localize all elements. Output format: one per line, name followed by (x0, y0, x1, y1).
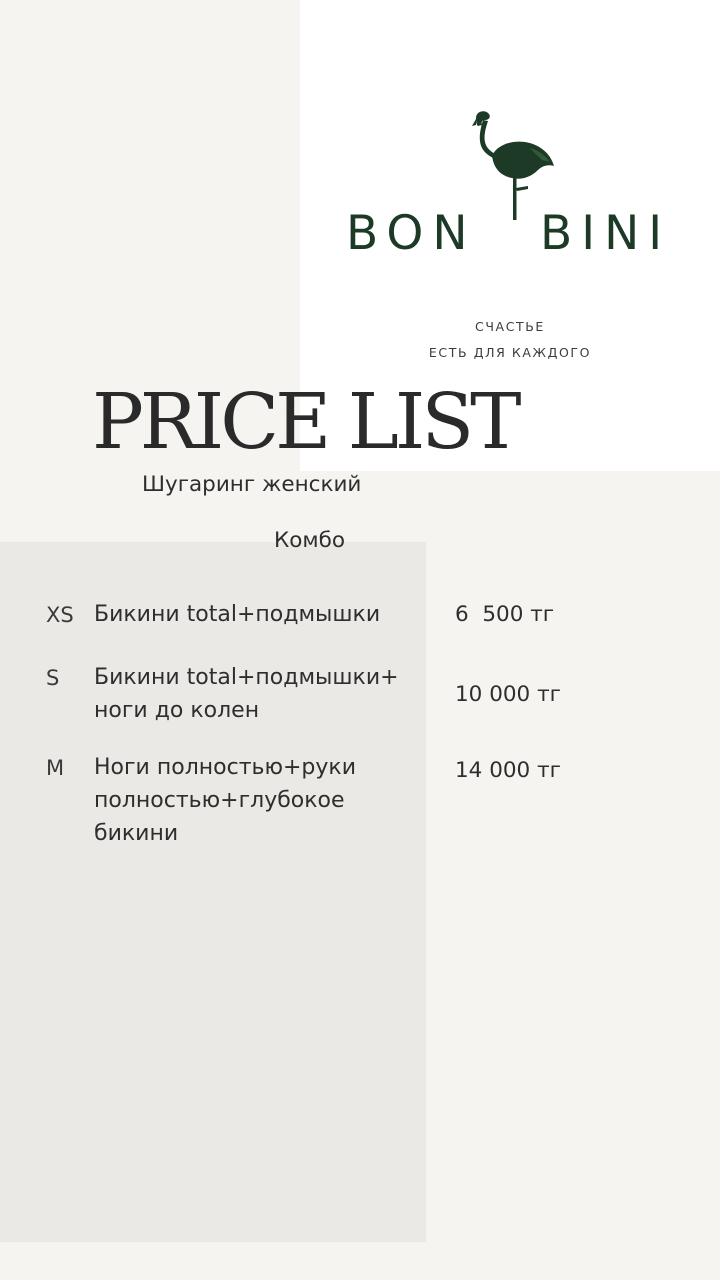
tagline-line-2: ЕСТЬ ДЛЯ КАЖДОГО (428, 345, 592, 360)
service-subtitle: Шугаринг женский (142, 472, 362, 497)
size-label-xs: XS (46, 603, 74, 627)
size-label-s: S (46, 666, 60, 690)
brand-name-left: BON (346, 206, 477, 261)
brand-name: BON BINI (340, 206, 680, 270)
brand-name-right: BINI (540, 206, 672, 261)
flamingo-icon (472, 111, 554, 220)
section-title: Комбо (274, 528, 346, 553)
price-panel-background (0, 542, 426, 1242)
tagline-line-1: СЧАСТЬЕ (475, 319, 545, 334)
item-price-xs: 6 500 тг (455, 602, 555, 627)
item-description-m: Ноги полностью+руки полностью+глубокое б… (94, 755, 357, 846)
size-label-m: M (46, 756, 65, 780)
page-title: PRICE LIST (92, 378, 521, 467)
item-price-m: 14 000 тг (455, 758, 561, 783)
item-description-s: Бикини total+подмышки+ ноги до колен (94, 665, 399, 723)
item-description-xs: Бикини total+подмышки (94, 602, 381, 627)
item-price-s: 10 000 тг (455, 682, 561, 707)
